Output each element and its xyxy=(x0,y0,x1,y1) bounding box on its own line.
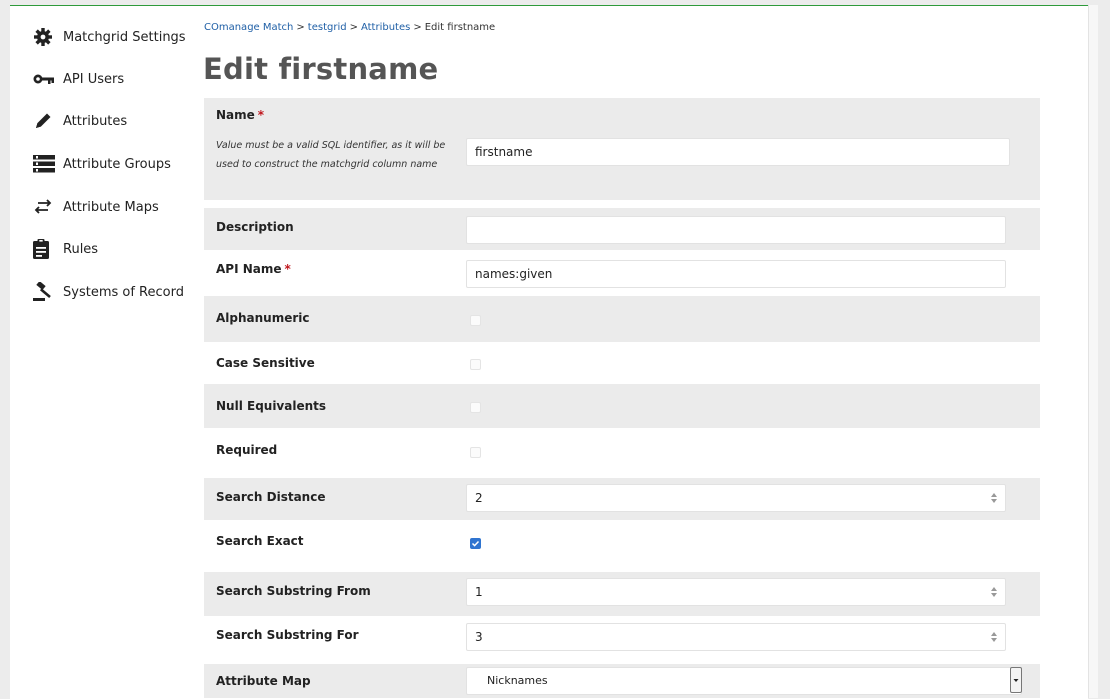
sidebar-item-label: Attribute Groups xyxy=(63,156,171,172)
sidebar-item-matchgrid-settings[interactable]: Matchgrid Settings xyxy=(33,25,186,49)
form-row-description: Description xyxy=(204,208,1040,250)
search-substring-for-input[interactable]: 3 xyxy=(466,623,1006,651)
row-spacer xyxy=(204,200,1040,208)
sidebar-item-label: Attribute Maps xyxy=(63,199,159,215)
search-distance-label: Search Distance xyxy=(216,490,326,504)
sidebar-item-label: Attributes xyxy=(63,113,128,129)
spinner-arrows-icon[interactable] xyxy=(991,492,997,504)
alphanumeric-checkbox[interactable] xyxy=(470,315,481,326)
gavel-icon xyxy=(33,282,57,302)
breadcrumb-link-testgrid[interactable]: testgrid xyxy=(308,22,347,33)
form-row-attribute-map: Attribute Map Nicknames xyxy=(204,664,1040,698)
search-substring-for-value: 3 xyxy=(475,630,483,644)
select-dropdown-button[interactable] xyxy=(1010,667,1022,693)
breadcrumb-separator: > xyxy=(349,22,358,33)
search-exact-checkbox[interactable] xyxy=(470,538,481,549)
attribute-map-selected: Nicknames xyxy=(487,674,548,687)
form-row-search-substring-for: Search Substring For 3 xyxy=(204,616,1040,660)
checkmark-icon xyxy=(471,540,480,547)
sidebar-item-attribute-maps[interactable]: Attribute Maps xyxy=(33,195,159,219)
sidebar-item-label: Matchgrid Settings xyxy=(63,29,186,45)
description-input[interactable] xyxy=(466,216,1006,244)
required-checkbox[interactable] xyxy=(470,447,481,458)
required-marker: * xyxy=(284,262,291,276)
sidebar-item-attributes[interactable]: Attributes xyxy=(33,109,127,133)
description-label: Description xyxy=(216,220,294,234)
api-name-label: API Name * xyxy=(216,262,291,276)
search-substring-from-input[interactable]: 1 xyxy=(466,578,1006,606)
breadcrumb-current: Edit firstname xyxy=(424,22,496,33)
attribute-map-label: Attribute Map xyxy=(216,674,311,688)
sidebar-item-label: Systems of Record xyxy=(63,284,184,300)
search-substring-for-label: Search Substring For xyxy=(216,628,359,642)
required-marker: * xyxy=(257,108,265,122)
name-hint: Value must be a valid SQL identifier, as… xyxy=(216,140,446,170)
search-distance-input[interactable]: 2 xyxy=(466,484,1006,512)
form-row-search-exact: Search Exact xyxy=(204,520,1040,564)
name-input[interactable]: firstname xyxy=(466,138,1010,166)
sidebar-item-systems-of-record[interactable]: Systems of Record xyxy=(33,280,184,304)
case-sensitive-checkbox[interactable] xyxy=(470,359,481,370)
sidebar-item-attribute-groups[interactable]: Attribute Groups xyxy=(33,152,171,176)
search-distance-value: 2 xyxy=(475,491,483,505)
breadcrumb-link-attributes[interactable]: Attributes xyxy=(361,22,410,33)
name-label: Name * xyxy=(216,108,265,122)
spinner-arrows-icon[interactable] xyxy=(991,631,997,643)
form-row-name: Name * Value must be a valid SQL identifi… xyxy=(204,98,1040,200)
breadcrumb-separator: > xyxy=(296,22,305,33)
sidebar-item-rules[interactable]: Rules xyxy=(33,237,98,261)
sidebar-item-api-users[interactable]: API Users xyxy=(33,67,124,91)
key-icon xyxy=(33,69,57,89)
form-row-null-equivalents: Null Equivalents xyxy=(204,384,1040,428)
form-row-case-sensitive: Case Sensitive xyxy=(204,342,1040,384)
clipboard-icon xyxy=(33,239,57,259)
page-title: Edit firstname xyxy=(203,52,439,86)
form-row-required: Required xyxy=(204,428,1040,472)
null-equivalents-label: Null Equivalents xyxy=(216,399,327,413)
pencil-icon xyxy=(33,111,57,131)
attribute-map-select[interactable]: Nicknames xyxy=(466,667,1022,695)
chevron-down-icon xyxy=(1013,679,1019,682)
right-margin xyxy=(1098,0,1110,698)
gear-icon xyxy=(33,27,57,47)
list-icon xyxy=(33,154,57,174)
exchange-arrows-icon xyxy=(33,197,57,217)
case-sensitive-label: Case Sensitive xyxy=(216,356,315,370)
form-row-alphanumeric: Alphanumeric xyxy=(204,296,1040,342)
search-substring-from-label: Search Substring From xyxy=(216,584,371,598)
alphanumeric-label: Alphanumeric xyxy=(216,311,310,325)
required-label: Required xyxy=(216,443,278,457)
api-name-input[interactable]: names:given xyxy=(466,260,1006,288)
form-row-api-name: API Name * names:given xyxy=(204,250,1040,296)
form-row-search-substring-from: Search Substring From 1 xyxy=(204,572,1040,616)
sidebar-item-label: Rules xyxy=(63,241,99,257)
null-equivalents-checkbox[interactable] xyxy=(470,402,481,413)
sidebar-item-label: API Users xyxy=(63,71,125,87)
form-row-search-distance: Search Distance 2 xyxy=(204,478,1040,520)
spinner-arrows-icon[interactable] xyxy=(991,586,997,598)
breadcrumb: COmanage Match > testgrid > Attributes > Edit … xyxy=(204,22,495,33)
search-substring-from-value: 1 xyxy=(475,585,483,599)
breadcrumb-separator: > xyxy=(413,22,422,33)
breadcrumb-link-comanage-match[interactable]: COmanage Match xyxy=(204,22,293,33)
search-exact-label: Search Exact xyxy=(216,534,304,548)
